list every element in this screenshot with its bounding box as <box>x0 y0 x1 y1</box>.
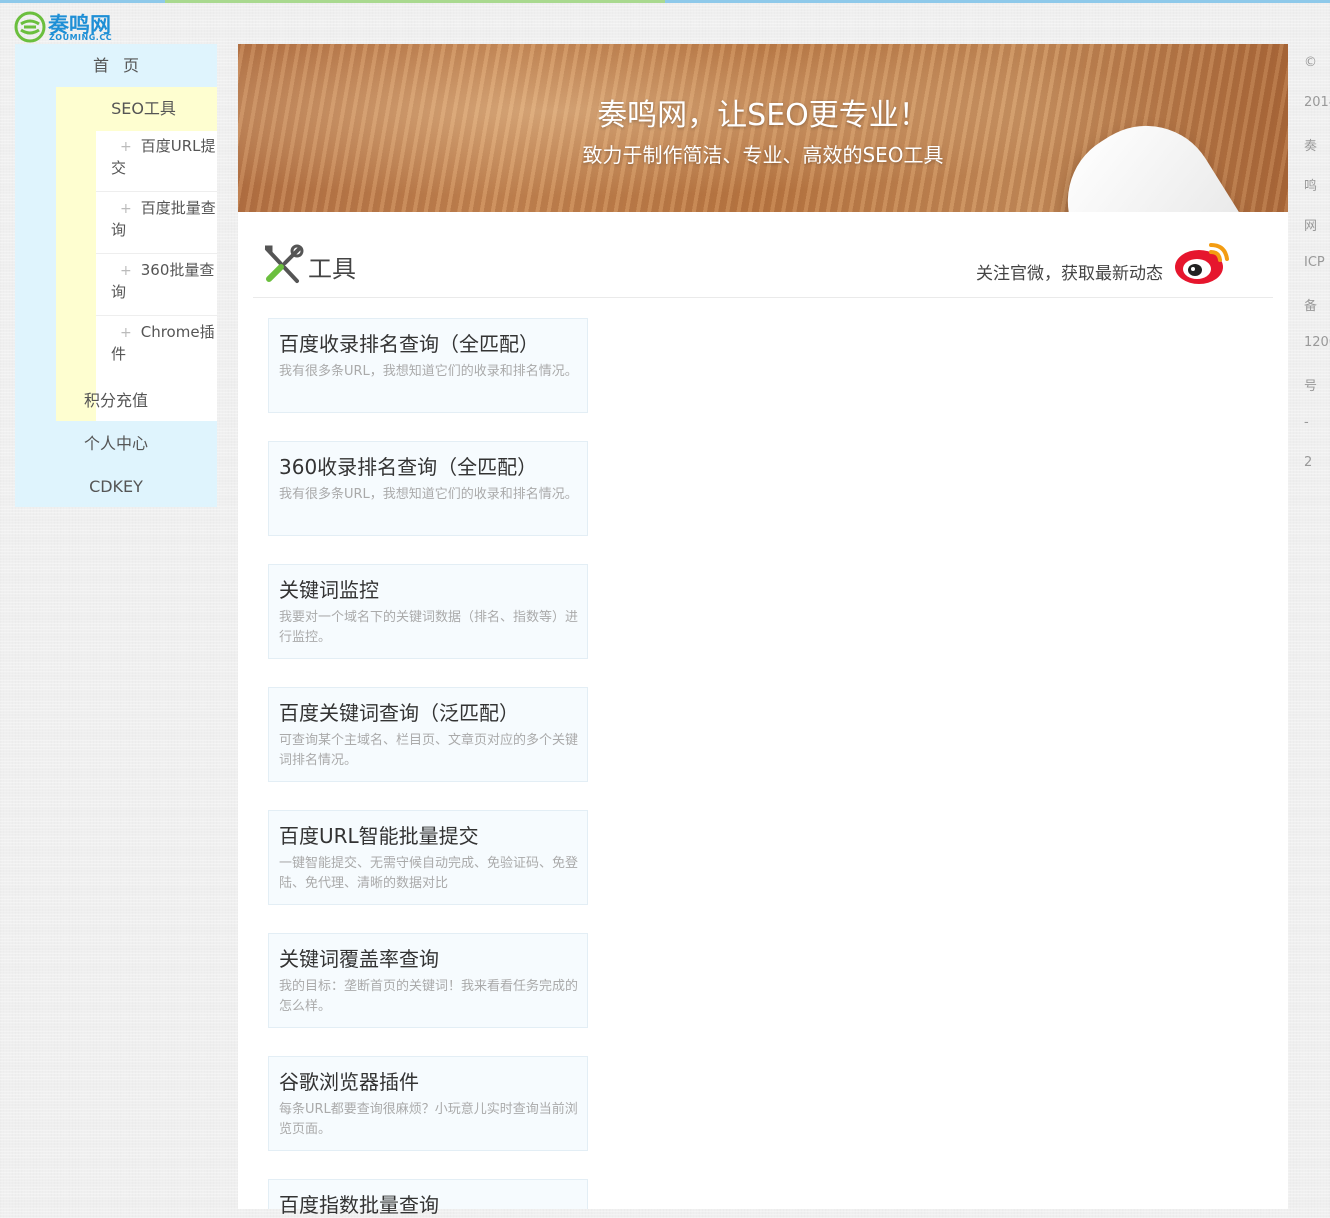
top-bar-segment-blue-right <box>665 0 1330 3</box>
footer-copyright-char: - <box>1304 415 1309 430</box>
footer-copyright-column: © 2014 奏 鸣 网 ICP 备 1200 号 - 2 <box>1303 55 1330 485</box>
tool-card[interactable]: 谷歌浏览器插件 每条URL都要查询很麻烦？小玩意儿实时查询当前浏览页面。 <box>268 1056 588 1151</box>
site-logo[interactable]: 奏鸣网 ZOUMING.CC <box>14 10 128 44</box>
main-content: 奏鸣网，让SEO更专业！ 致力于制作简洁、专业、高效的SEO工具 工具 关注官微… <box>238 44 1288 1217</box>
footer-copyright-char: 号 <box>1304 379 1318 394</box>
tool-card-desc: 我有很多条URL，我想知道它们的收录和排名情况。 <box>279 364 578 379</box>
tool-card[interactable]: 关键词监控 我要对一个域名下的关键词数据（排名、指数等）进行监控。 <box>268 564 588 659</box>
tool-card-title: 百度URL智能批量提交 <box>279 824 479 848</box>
banner-title: 奏鸣网，让SEO更专业！ <box>597 98 929 133</box>
subnav-item-baidu-batch-query[interactable]: + 百度批量查询 <box>96 193 217 254</box>
tools-icon <box>265 244 304 283</box>
section-title: 工具 <box>308 255 356 283</box>
tool-card-title: 百度关键词查询（泛匹配） <box>279 701 519 725</box>
tool-card-title: 关键词覆盖率查询 <box>279 947 439 971</box>
plus-icon: + <box>120 263 132 279</box>
banner-subtitle: 致力于制作简洁、专业、高效的SEO工具 <box>582 143 944 167</box>
nav-seo-tools-group: SEO工具 + 百度URL提交 + 百度批量查询 +360批量查询 + Chrome插… <box>56 87 217 421</box>
tools-section-header: 工具 关注官微，获取最新动态 <box>253 229 1273 298</box>
hero-banner: 奏鸣网，让SEO更专业！ 致力于制作简洁、专业、高效的SEO工具 <box>238 44 1288 212</box>
sidebar-nav: 首页 SEO工具 + 百度URL提交 + 百度批量查询 +360批量查询 + Chro… <box>15 44 217 507</box>
nav-seo-tools[interactable]: SEO工具 <box>56 87 231 131</box>
footer-copyright-char: 鸣 <box>1304 179 1318 194</box>
weibo-icon[interactable] <box>1173 235 1235 287</box>
tool-card[interactable]: 百度收录排名查询（全匹配） 我有很多条URL，我想知道它们的收录和排名情况。 <box>268 318 588 413</box>
top-color-bar <box>0 0 1330 3</box>
nav-points-recharge[interactable]: 积分充值 <box>15 379 217 422</box>
plus-icon: + <box>120 325 132 341</box>
nav-home[interactable]: 首页 <box>15 44 217 87</box>
tool-card[interactable]: 百度URL智能批量提交 一键智能提交、无需守候自动完成、免验证码、免登陆、免代理… <box>268 810 588 905</box>
tool-card-desc: 一键智能提交、无需守候自动完成、免验证码、免登陆、免代理、清晰的数据对比 <box>279 856 579 891</box>
tool-card[interactable]: 百度指数批量查询 <box>268 1179 588 1217</box>
footer-copyright-char: 2 <box>1304 455 1313 470</box>
subnav-item-baidu-url-submit[interactable]: + 百度URL提交 <box>96 131 217 192</box>
tool-card-title: 百度指数批量查询 <box>279 1193 439 1217</box>
subnav-item-360-batch-query[interactable]: +360批量查询 <box>96 255 217 316</box>
logo-name-en: ZOUMING.CC <box>49 33 113 42</box>
tool-card[interactable]: 关键词覆盖率查询 我的目标：垄断首页的关键词！我来看看任务完成的怎么样。 <box>268 933 588 1028</box>
tool-card-title: 关键词监控 <box>279 578 379 602</box>
plus-icon: + <box>120 201 132 217</box>
logo-text: 奏鸣网 ZOUMING.CC <box>48 10 128 44</box>
footer-copyright-char: 网 <box>1304 219 1318 234</box>
tool-card-desc: 每条URL都要查询很麻烦？小玩意儿实时查询当前浏览页面。 <box>279 1102 578 1137</box>
subnav-item-chrome-plugin[interactable]: + Chrome插件 <box>96 317 217 378</box>
tool-card-desc: 可查询某个主域名、栏目页、文章页对应的多个关键词排名情况。 <box>279 733 579 768</box>
tool-card-desc: 我有很多条URL，我想知道它们的收录和排名情况。 <box>279 487 578 502</box>
footer-copyright-char: 备 <box>1304 299 1318 314</box>
tool-card-desc: 我的目标：垄断首页的关键词！我来看看任务完成的怎么样。 <box>279 979 579 1014</box>
logo-mark-icon <box>14 11 46 43</box>
nav-cdkey[interactable]: CDKEY <box>15 465 217 508</box>
top-bar-segment-blue <box>0 0 165 3</box>
footer-copyright-char: 1200 <box>1304 335 1330 350</box>
tool-card-desc: 我要对一个域名下的关键词数据（排名、指数等）进行监控。 <box>279 610 579 645</box>
footer-copyright-char: 2014 <box>1304 95 1330 110</box>
tool-card[interactable]: 百度关键词查询（泛匹配） 可查询某个主域名、栏目页、文章页对应的多个关键词排名情… <box>268 687 588 782</box>
footer-copyright-char: © <box>1304 55 1317 70</box>
footer-copyright-char: 奏 <box>1304 139 1318 154</box>
top-bar-segment-green <box>165 0 665 3</box>
plus-icon: + <box>120 139 132 155</box>
footer-copyright-char: ICP <box>1304 255 1325 270</box>
tool-card[interactable]: 360收录排名查询（全匹配） 我有很多条URL，我想知道它们的收录和排名情况。 <box>268 441 588 536</box>
follow-weibo-text: 关注官微，获取最新动态 <box>976 264 1163 284</box>
seo-subnav: + 百度URL提交 + 百度批量查询 +360批量查询 + Chrome插件 <box>96 131 217 421</box>
tool-card-title: 360收录排名查询（全匹配） <box>279 455 538 479</box>
tool-card-title: 百度收录排名查询（全匹配） <box>279 332 539 356</box>
tool-card-title: 谷歌浏览器插件 <box>279 1070 419 1094</box>
nav-user-center[interactable]: 个人中心 <box>15 422 217 465</box>
